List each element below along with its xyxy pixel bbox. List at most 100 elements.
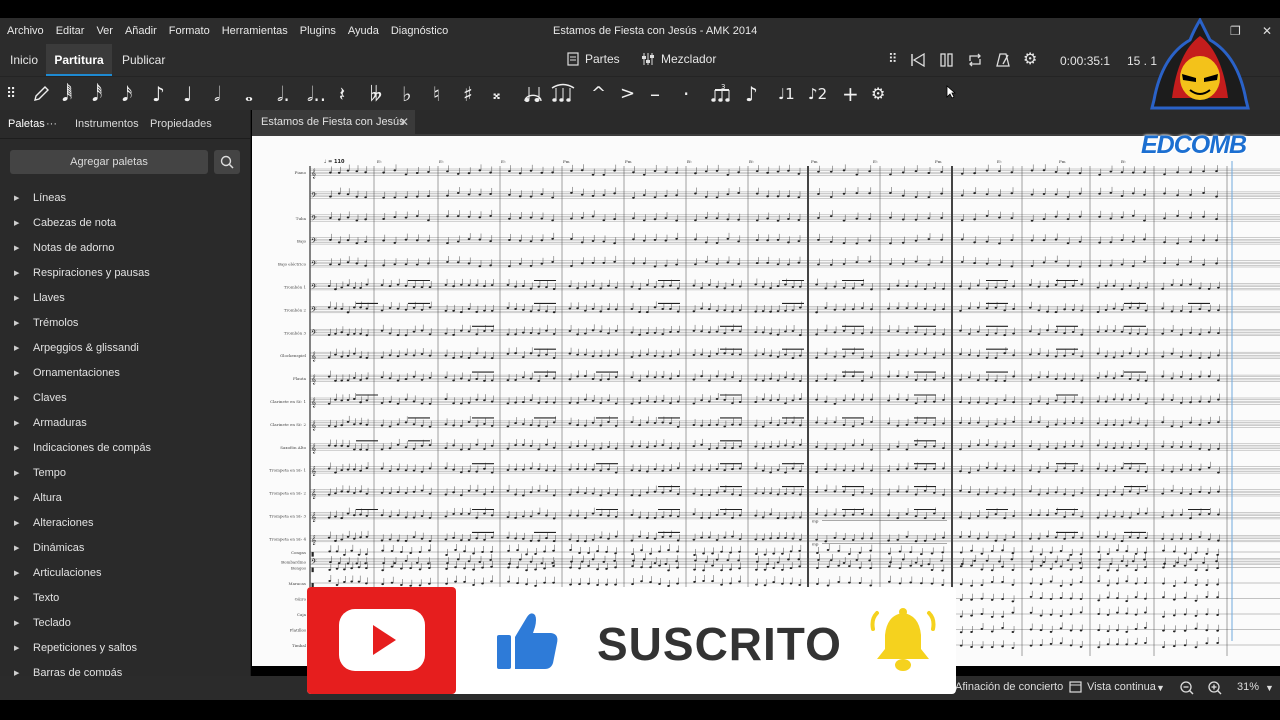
zoom-out-icon[interactable]: [1179, 680, 1195, 696]
rest-icon[interactable]: 𝄽: [339, 81, 345, 107]
palette-item[interactable]: ▶ Alteraciones: [0, 511, 250, 536]
palette-item[interactable]: ▶ Articulaciones: [0, 561, 250, 586]
view-mode-select[interactable]: Vista continua: [1087, 681, 1156, 693]
palette-item[interactable]: ▶ Respiraciones y pausas: [0, 261, 250, 286]
document-tab[interactable]: Estamos de Fiesta con Jesús ... ✕: [252, 110, 415, 152]
32nd-note-icon[interactable]: 𝅘𝅥𝅰: [92, 81, 102, 107]
palette-item[interactable]: ▶ Dinámicas: [0, 536, 250, 561]
palette-item[interactable]: ▶ Llaves: [0, 286, 250, 311]
tab-partitura[interactable]: Partitura: [46, 44, 112, 76]
palette-item[interactable]: ▶ Altura: [0, 486, 250, 511]
expand-triangle-icon[interactable]: ▶: [14, 511, 33, 536]
tab-inicio[interactable]: Inicio: [10, 44, 38, 76]
palette-item[interactable]: ▶ Repeticiones y saltos: [0, 636, 250, 661]
voice-1-icon[interactable]: ♩1: [778, 81, 795, 107]
palette-item[interactable]: ▶ Arpeggios & glissandi: [0, 336, 250, 361]
palette-item[interactable]: ▶ Claves: [0, 386, 250, 411]
parts-button[interactable]: Partes: [567, 52, 620, 66]
menu-editar[interactable]: Editar: [50, 25, 91, 37]
expand-triangle-icon[interactable]: ▶: [14, 361, 33, 386]
palette-item[interactable]: ▶ Líneas: [0, 186, 250, 211]
64th-note-icon[interactable]: 𝅘𝅥𝅱: [62, 81, 72, 107]
dotted-note-icon[interactable]: 𝅗𝅥.: [277, 81, 290, 107]
voice-2-icon[interactable]: ♪2: [808, 81, 827, 107]
expand-triangle-icon[interactable]: ▶: [14, 661, 33, 676]
expand-triangle-icon[interactable]: ▶: [14, 636, 33, 661]
whole-note-icon[interactable]: 𝅝: [245, 81, 253, 107]
menu-ayuda[interactable]: Ayuda: [342, 25, 385, 37]
accent-icon[interactable]: >: [620, 81, 635, 107]
palette-item[interactable]: ▶ Notas de adorno: [0, 236, 250, 261]
expand-triangle-icon[interactable]: ▶: [14, 261, 33, 286]
sharp-icon[interactable]: ♯: [463, 81, 473, 107]
eighth-note-icon[interactable]: ♪: [152, 81, 165, 107]
menu-ver[interactable]: Ver: [90, 25, 119, 37]
zoom-in-icon[interactable]: [1207, 680, 1223, 696]
play-pause-icon[interactable]: [940, 53, 953, 67]
half-note-icon[interactable]: 𝅗𝅥: [214, 81, 220, 107]
palette-item[interactable]: ▶ Ornamentaciones: [0, 361, 250, 386]
flip-direction-icon[interactable]: ♪: [745, 81, 758, 107]
palette-item[interactable]: ▶ Barras de compás: [0, 661, 250, 676]
close-window-icon[interactable]: ✕: [1262, 24, 1272, 38]
zoom-level[interactable]: 31%: [1237, 681, 1259, 693]
add-palettes-button[interactable]: Agregar paletas: [10, 150, 208, 174]
palette-item[interactable]: ▶ Texto: [0, 586, 250, 611]
slur-icon[interactable]: [550, 82, 576, 104]
expand-triangle-icon[interactable]: ▶: [14, 336, 33, 361]
expand-triangle-icon[interactable]: ▶: [14, 561, 33, 586]
add-icon[interactable]: +: [842, 81, 859, 107]
staccato-icon[interactable]: ·: [683, 81, 689, 107]
note-input-pencil-icon[interactable]: [32, 85, 50, 103]
marcato-icon[interactable]: ^: [591, 81, 606, 107]
expand-triangle-icon[interactable]: ▶: [14, 486, 33, 511]
menu-diagnostico[interactable]: Diagnóstico: [385, 25, 454, 37]
palette-item[interactable]: ▶ Cabezas de nota: [0, 211, 250, 236]
expand-triangle-icon[interactable]: ▶: [14, 611, 33, 636]
tuplet-icon[interactable]: 3: [710, 82, 734, 104]
palette-item[interactable]: ▶ Trémolos: [0, 311, 250, 336]
search-button[interactable]: [214, 150, 240, 174]
tab-instrumentos[interactable]: Instrumentos: [75, 110, 139, 138]
palette-item[interactable]: ▶ Teclado: [0, 611, 250, 636]
palette-item[interactable]: ▶ Tempo: [0, 461, 250, 486]
playback-settings-icon[interactable]: ⚙: [1023, 49, 1037, 69]
tie-icon[interactable]: [522, 83, 544, 105]
close-tab-icon[interactable]: ✕: [399, 110, 409, 134]
expand-triangle-icon[interactable]: ▶: [14, 186, 33, 211]
flat-icon[interactable]: ♭: [402, 81, 411, 107]
16th-note-icon[interactable]: 𝅘𝅥𝅯: [122, 81, 132, 107]
loop-icon[interactable]: [967, 52, 983, 68]
chevron-down-icon[interactable]: ▼: [1156, 683, 1165, 693]
menu-herramientas[interactable]: Herramientas: [216, 25, 294, 37]
palettes-more-icon[interactable]: ···: [46, 110, 57, 138]
menu-formato[interactable]: Formato: [163, 25, 216, 37]
quarter-note-icon[interactable]: ♩: [183, 81, 192, 107]
palette-item[interactable]: ▶ Armaduras: [0, 411, 250, 436]
expand-triangle-icon[interactable]: ▶: [14, 461, 33, 486]
tenuto-icon[interactable]: –: [650, 81, 660, 107]
expand-triangle-icon[interactable]: ▶: [14, 386, 33, 411]
mixer-button[interactable]: Mezclador: [641, 52, 716, 66]
expand-triangle-icon[interactable]: ▶: [14, 411, 33, 436]
expand-triangle-icon[interactable]: ▶: [14, 286, 33, 311]
expand-triangle-icon[interactable]: ▶: [14, 211, 33, 236]
natural-icon[interactable]: ♮: [433, 81, 440, 107]
menu-plugins[interactable]: Plugins: [294, 25, 342, 37]
tab-propiedades[interactable]: Propiedades: [150, 110, 212, 138]
metronome-icon[interactable]: [996, 52, 1011, 68]
double-sharp-icon[interactable]: 𝄪: [493, 81, 500, 107]
expand-triangle-icon[interactable]: ▶: [14, 586, 33, 611]
concert-pitch-toggle[interactable]: Afinación de concierto: [955, 681, 1063, 693]
zoom-chevron-icon[interactable]: ▼: [1265, 683, 1274, 693]
expand-triangle-icon[interactable]: ▶: [14, 236, 33, 261]
expand-triangle-icon[interactable]: ▶: [14, 311, 33, 336]
tab-publicar[interactable]: Publicar: [122, 44, 165, 76]
menu-archivo[interactable]: Archivo: [0, 25, 50, 37]
palette-item[interactable]: ▶ Indicaciones de compás: [0, 436, 250, 461]
toolbar-settings-icon[interactable]: ⚙: [871, 81, 885, 107]
tab-paletas[interactable]: Paletas: [8, 110, 45, 138]
double-dotted-note-icon[interactable]: 𝅗𝅥..: [307, 81, 326, 107]
expand-triangle-icon[interactable]: ▶: [14, 536, 33, 561]
menu-anadir[interactable]: Añadir: [119, 25, 163, 37]
